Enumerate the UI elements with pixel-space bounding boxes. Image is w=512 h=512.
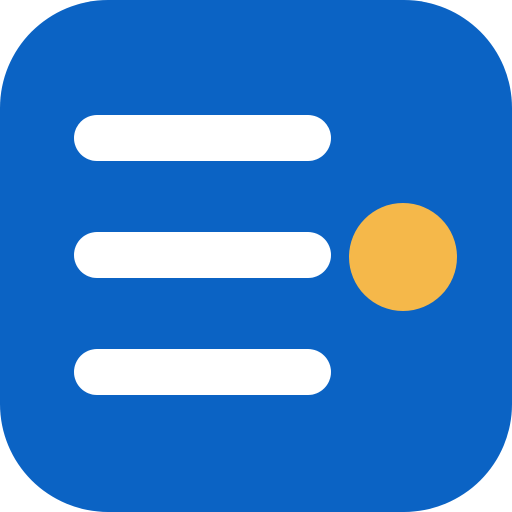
app-icon[interactable] (0, 0, 512, 512)
menu-line-icon (74, 115, 331, 161)
menu-line-icon (74, 349, 331, 395)
notification-dot-icon (349, 203, 457, 311)
menu-line-icon (74, 232, 331, 278)
